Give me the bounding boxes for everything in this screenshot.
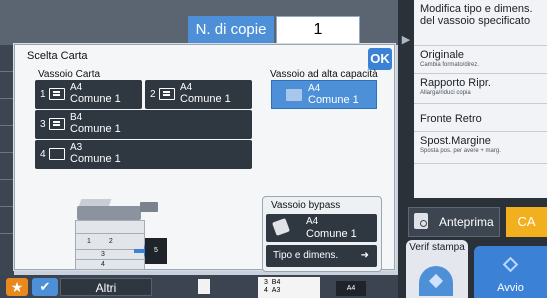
tray-icon (49, 148, 65, 160)
tray-3-button[interactable]: 3 B4 Comune 1 (35, 110, 252, 139)
tray-type: Comune 1 (308, 94, 359, 106)
tray-preview-line: 4 (264, 287, 268, 294)
bypass-tray-button[interactable]: A4 Comune 1 (266, 214, 377, 242)
side-item-subtitle: Allarga/riduci copia (420, 90, 471, 96)
bypass-paper-icon (272, 218, 290, 236)
tray-size: A4 (308, 83, 321, 94)
side-item-modify-tray[interactable]: Modifica tipo e dimens. del vassoio spec… (414, 0, 547, 46)
printer-drawer: 4 (75, 259, 145, 269)
side-item-originale[interactable]: Originale Cambia formato/direz. (414, 46, 547, 74)
type-size-button[interactable]: Tipo e dimens. ➜ (266, 245, 377, 267)
side-item-title: Fronte Retro (420, 113, 482, 125)
tray-2-button[interactable]: 2 A4 Comune 1 (145, 80, 252, 109)
printer-screen (140, 202, 158, 212)
side-item-subtitle: Cambia formato/direz. (420, 62, 480, 68)
tray-4-button[interactable]: 4 A3 Comune 1 (35, 140, 252, 169)
original-preview-icon (198, 279, 210, 294)
verify-print-label: Verif stampa (409, 242, 465, 253)
tray-1-button[interactable]: 1 A4 Comune 1 (35, 80, 142, 109)
tray-preview-line: B4 (271, 279, 281, 286)
tray-icon (159, 88, 175, 100)
printer-drawer-number: 1 (87, 238, 91, 245)
high-capacity-tray-button[interactable]: A4 Comune 1 (271, 80, 377, 109)
tray-type: Comune 1 (70, 153, 121, 165)
tray-type: Comune 1 (70, 93, 121, 105)
checkmark-icon: ✔ (39, 279, 51, 294)
printer-drawer-number: 2 (108, 238, 113, 245)
high-capacity-label: Vassoio ad alta capacità (270, 69, 378, 80)
tray-icon (49, 118, 65, 130)
altri-button[interactable]: Altri (60, 278, 152, 296)
printer-scanner (77, 206, 141, 220)
printer-drawer-number: 3 (101, 251, 105, 258)
tray-type: Comune 1 (306, 228, 357, 240)
printer-bypass-tray: 5 (145, 238, 167, 264)
bypass-label: Vassoio bypass (271, 200, 341, 211)
tray-size: A4 (306, 216, 319, 227)
tray-preview-line: A3 (271, 287, 281, 294)
side-item-subtitle: Sposta pos. per avere + marg. (420, 148, 501, 154)
tray-number: 1 (40, 89, 46, 100)
check-button[interactable]: ✔ (32, 278, 58, 296)
tray-size: A3 (70, 142, 83, 153)
star-icon: ★ (10, 279, 24, 295)
tray-number: 3 (40, 119, 46, 130)
dialog-title: Scelta Carta (27, 50, 88, 62)
tray-number: 4 (40, 149, 46, 160)
expand-arrow-icon[interactable]: ▶ (398, 0, 414, 80)
type-size-label: Tipo e dimens. (273, 250, 339, 261)
verify-print-icon[interactable] (419, 266, 453, 296)
side-item-rapporto[interactable]: Rapporto Ripr. Allarga/riduci copia (414, 74, 547, 104)
side-panel: Modifica tipo e dimens. del vassoio spec… (414, 0, 547, 198)
printer-drawer-row: 1 2 (75, 233, 145, 247)
tray-size: A4 (180, 82, 193, 93)
clear-all-button[interactable]: CA (506, 207, 547, 237)
tray-type: Comune 1 (180, 93, 231, 105)
side-item-title: Rapporto Ripr. (420, 77, 491, 89)
ok-button[interactable]: OK (368, 48, 392, 70)
copies-input[interactable]: 1 (276, 16, 360, 44)
side-item-title: Spost.Margine (420, 135, 491, 147)
tray-size: B4 (70, 112, 83, 123)
tray-icon (49, 88, 65, 100)
side-item-title: Originale (420, 49, 465, 61)
left-tab-strip[interactable] (0, 45, 14, 275)
tray-icon (286, 89, 302, 101)
printer-drawer-number: 4 (101, 261, 105, 268)
tray-preview: 3 B4 4 A3 (258, 277, 320, 298)
tray-preview-line: 3 (264, 279, 268, 286)
favorite-star-button[interactable]: ★ (6, 278, 28, 296)
tray-type: Comune 1 (70, 123, 121, 135)
start-label: Avvio (497, 282, 524, 294)
tray-section-label: Vassoio Carta (38, 69, 101, 80)
paper-preview: A4 (336, 281, 366, 296)
tray-number: 2 (150, 89, 156, 100)
side-item-title: Modifica tipo e dimens. del vassoio spec… (420, 3, 533, 27)
tray-size: A4 (70, 82, 83, 93)
side-item-spost-margine[interactable]: Spost.Margine Sposta pos. per avere + ma… (414, 132, 547, 164)
arrow-right-icon: ➜ (360, 250, 369, 261)
copies-label: N. di copie (188, 16, 274, 44)
side-item-fronte-retro[interactable]: Fronte Retro (414, 104, 547, 132)
preview-icon (414, 213, 428, 229)
